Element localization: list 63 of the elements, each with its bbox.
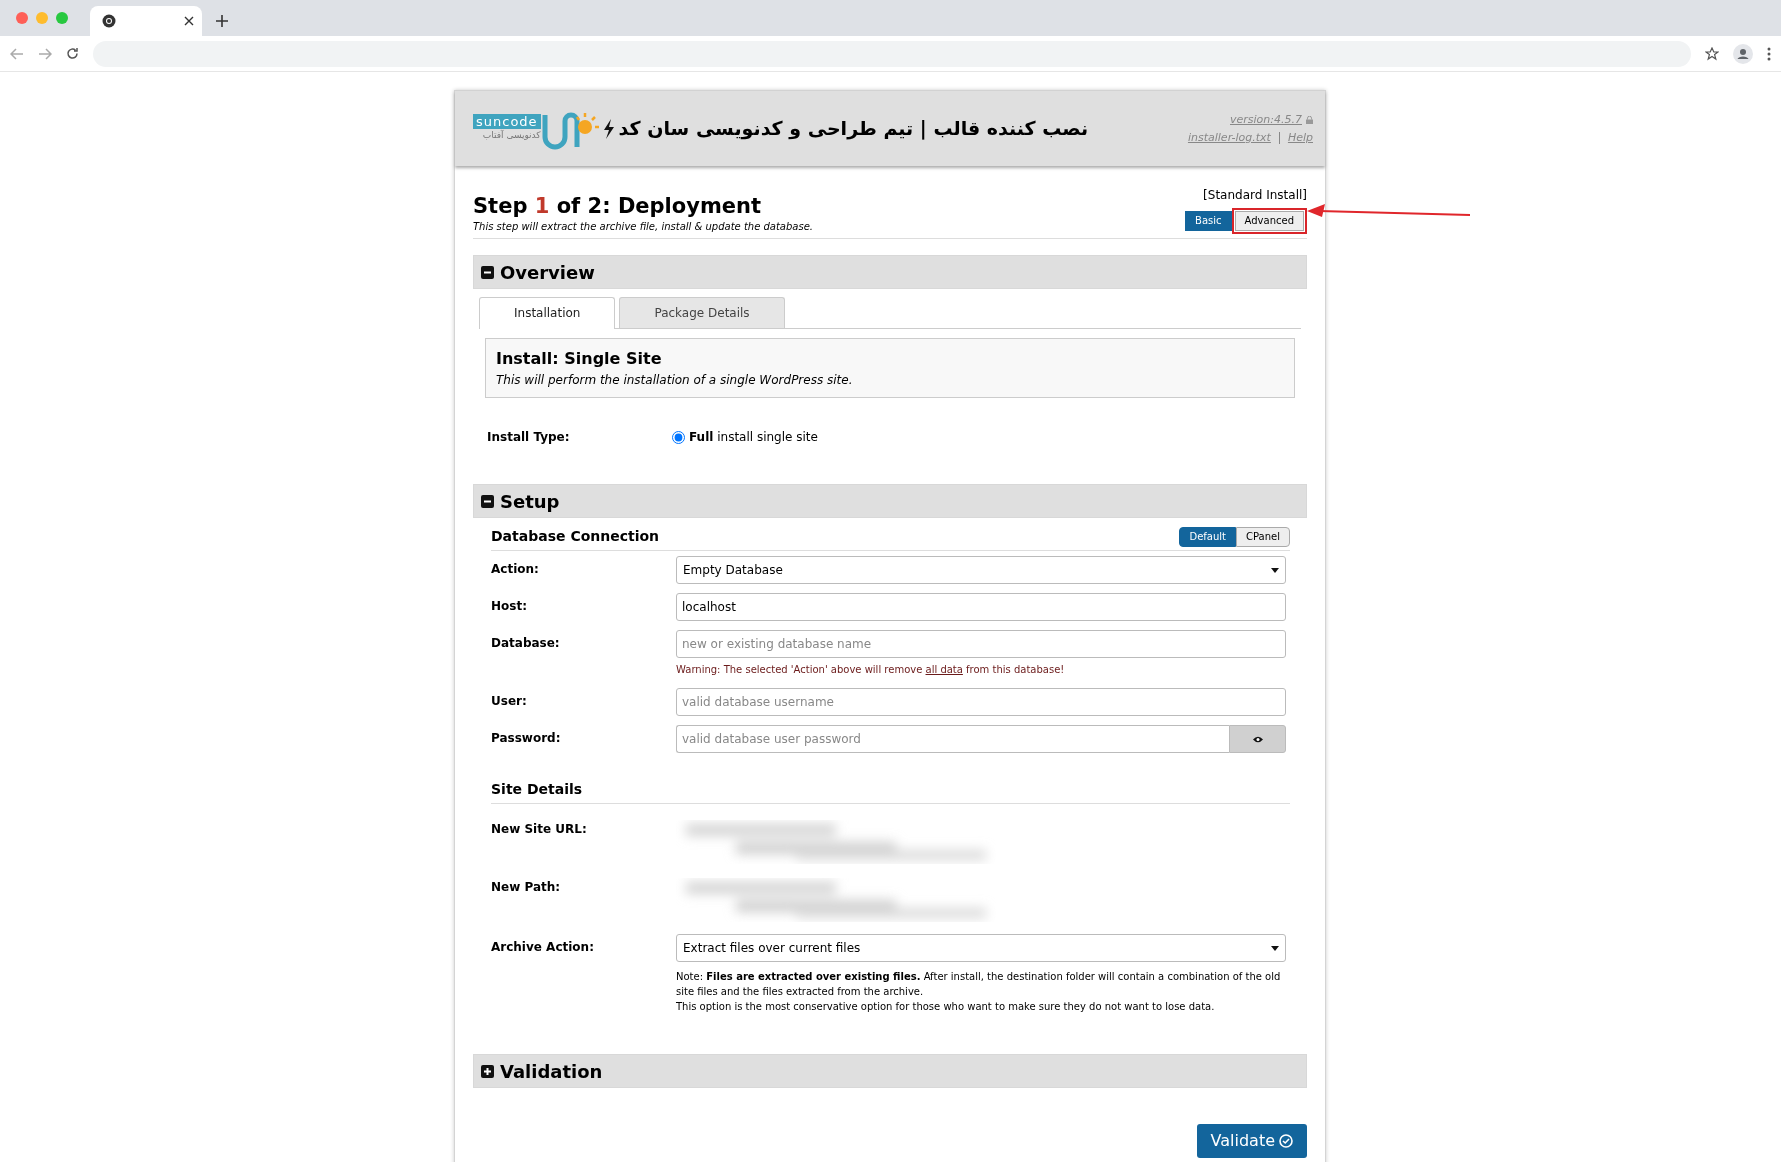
- step-title: Step 1 of 2: Deployment: [473, 193, 762, 219]
- logo-text: suncode: [473, 114, 541, 130]
- input-field[interactable]: localhost: [676, 593, 1286, 621]
- check-circle-icon: [1279, 1134, 1293, 1148]
- field-label: Host:: [491, 598, 528, 615]
- minimize-window-dot[interactable]: [36, 12, 48, 24]
- connection-mode-toggle[interactable]: Default: [1179, 526, 1237, 547]
- connection-mode-toggle[interactable]: CPanel: [1236, 526, 1290, 547]
- field-label: Install Type:: [487, 429, 571, 446]
- profile-icon[interactable]: [1733, 43, 1753, 64]
- all-data-link[interactable]: all data: [925, 664, 963, 675]
- forward-icon[interactable]: [38, 47, 52, 60]
- lock-icon: [1306, 115, 1313, 124]
- input-field[interactable]: new or existing database name: [676, 630, 1286, 658]
- section-title: Validation: [500, 1059, 603, 1084]
- warning-text: Warning: The selected 'Action' above will remove all data from this database!: [676, 663, 1066, 677]
- subsection-title: Database Connection: [491, 527, 660, 546]
- view-mode-toggle[interactable]: Basic: [1185, 211, 1232, 231]
- section-header[interactable]: Overview: [473, 255, 1307, 289]
- field-label: Action:: [491, 561, 540, 578]
- eye-icon: [1252, 735, 1263, 743]
- section-header[interactable]: Setup: [473, 484, 1307, 518]
- menu-icon[interactable]: [1767, 46, 1771, 61]
- radio-button[interactable]: [672, 430, 685, 444]
- view-mode-toggle[interactable]: Advanced: [1234, 211, 1304, 231]
- tab[interactable]: Package Details: [619, 297, 785, 328]
- field-label: New Path:: [491, 879, 562, 896]
- logo-subtitle: کدنویسی آفتاب: [481, 129, 541, 143]
- step-description: This step will extract the archive file, install & update the database.: [473, 220, 813, 234]
- note-text: This option is the most conservative option for those who want to make sure they do not want to lose data.: [676, 1000, 1216, 1014]
- section-header[interactable]: Validation: [473, 1054, 1307, 1088]
- install-mode-label: [Standard Install]: [1203, 187, 1307, 204]
- install-description: This will perform the installation of a single WordPress site.: [496, 372, 854, 389]
- section-title: Setup: [500, 489, 560, 514]
- field-label: Database:: [491, 635, 561, 652]
- note-text: Note: Files are extracted over existing files. After install, the destination folder will contain a combination of the old site files and the files extracted from the archive.: [676, 970, 1282, 999]
- caret-icon: [1271, 945, 1279, 951]
- back-icon[interactable]: [10, 47, 24, 60]
- install-title: Install: Single Site: [496, 348, 663, 370]
- validate-button[interactable]: Validate: [1196, 1124, 1307, 1158]
- bookmark-star-icon[interactable]: [1705, 46, 1719, 61]
- password-field[interactable]: valid database user password: [676, 725, 1229, 753]
- subsection-title: Site Details: [491, 781, 583, 797]
- dropdown[interactable]: Empty Database: [676, 556, 1286, 584]
- tab[interactable]: Installation: [479, 297, 616, 329]
- field-label: Archive Action:: [491, 939, 595, 956]
- close-window-dot[interactable]: [16, 12, 28, 24]
- field-label: User:: [491, 693, 528, 710]
- dropdown[interactable]: Extract files over current files: [676, 934, 1286, 962]
- browser-logo-icon: [102, 14, 116, 28]
- reload-icon[interactable]: [66, 47, 79, 60]
- browser-tab[interactable]: [90, 6, 202, 36]
- section-title: Overview: [500, 260, 595, 285]
- field-label: New Site URL:: [491, 821, 588, 838]
- close-icon[interactable]: [184, 16, 194, 26]
- header-title: نصب کننده قالب | تیم طراحی و کدنویسی سان کد: [618, 116, 1089, 142]
- radio-label: Full install single site: [689, 429, 818, 446]
- maximize-window-dot[interactable]: [56, 12, 68, 24]
- lightning-icon: [602, 118, 615, 139]
- caret-icon: [1271, 567, 1279, 573]
- input-field[interactable]: valid database username: [676, 688, 1286, 716]
- new-tab-icon[interactable]: [216, 15, 228, 27]
- field-label: Password:: [491, 730, 562, 747]
